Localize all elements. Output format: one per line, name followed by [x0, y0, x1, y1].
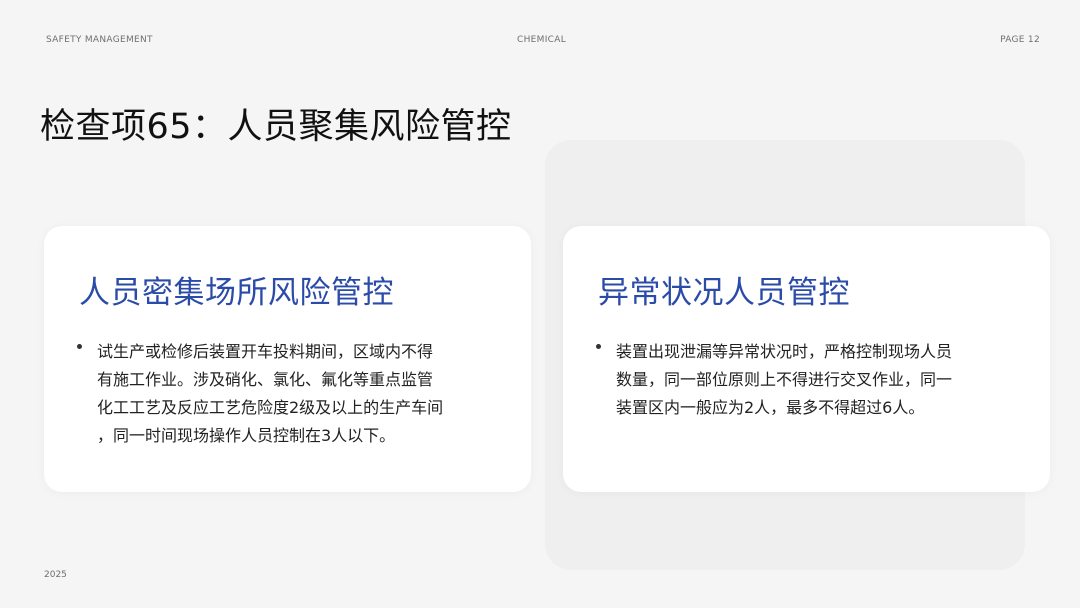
bullet-dot-icon [596, 344, 601, 349]
bullet-text-line: 数量，同一部位原则上不得进行交叉作业，同一 [616, 370, 953, 389]
card-crowded-places: 人员密集场所风险管控 试生产或检修后装置开车投料期间，区域内不得 有施工作业。涉… [44, 226, 531, 492]
footer-year: 2025 [44, 570, 67, 580]
bullet-text-line: 装置出现泄漏等异常状况时，严格控制现场人员 [616, 342, 953, 361]
bullet-dot-icon [77, 344, 82, 349]
bullet-text-line: ，同一时间现场操作人员控制在3人以下。 [97, 426, 396, 445]
bullet-text-line: 化工工艺及反应工艺危险度2级及以上的生产车间 [97, 398, 444, 417]
card-title: 异常状况人员管控 [598, 275, 850, 311]
page-title: 检查项65：人员聚集风险管控 [40, 107, 512, 147]
header-center-label: CHEMICAL [517, 35, 567, 45]
bullet-text-line: 试生产或检修后装置开车投料期间，区域内不得 [97, 342, 434, 361]
card-abnormal-situations: 异常状况人员管控 装置出现泄漏等异常状况时，严格控制现场人员 数量，同一部位原则… [563, 226, 1050, 492]
card-title: 人员密集场所风险管控 [79, 275, 394, 311]
card-body: 试生产或检修后装置开车投料期间，区域内不得 有施工作业。涉及硝化、氯化、氟化等重… [77, 338, 497, 450]
header-left-label: SAFETY MANAGEMENT [46, 35, 153, 45]
bullet-item: 装置出现泄漏等异常状况时，严格控制现场人员 数量，同一部位原则上不得进行交叉作业… [596, 338, 1016, 422]
bullet-text-line: 装置区内一般应为2人，最多不得超过6人。 [616, 398, 925, 417]
bullet-text-line: 有施工作业。涉及硝化、氯化、氟化等重点监管 [97, 370, 434, 389]
slide-header: SAFETY MANAGEMENT CHEMICAL PAGE 12 [46, 35, 1040, 49]
card-body: 装置出现泄漏等异常状况时，严格控制现场人员 数量，同一部位原则上不得进行交叉作业… [596, 338, 1016, 422]
page-number: PAGE 12 [1000, 35, 1040, 45]
bullet-item: 试生产或检修后装置开车投料期间，区域内不得 有施工作业。涉及硝化、氯化、氟化等重… [77, 338, 497, 450]
